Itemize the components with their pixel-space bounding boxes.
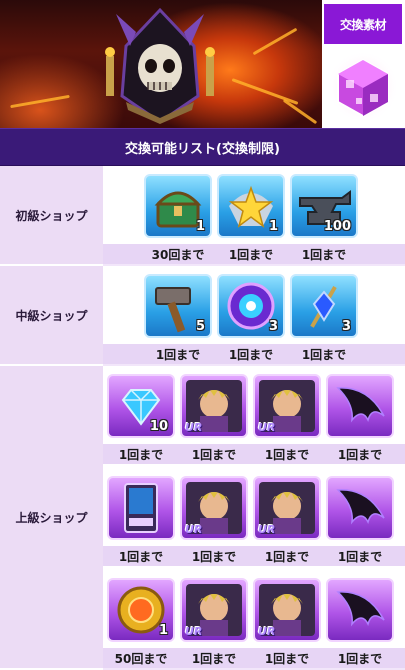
- exchange-limit-label: 50回まで: [114, 651, 168, 666]
- exchange-limit-label: 1回まで: [191, 447, 237, 462]
- dark-wing-icon: [336, 489, 385, 525]
- exchange-material-tag[interactable]: 交換素材: [324, 4, 402, 44]
- shop-item-slot[interactable]: 3: [215, 272, 287, 340]
- exchange-limit-label: 1回まで: [264, 651, 310, 666]
- shop-item-slot[interactable]: 5: [142, 272, 214, 340]
- item-quantity: 3: [341, 319, 351, 334]
- item-frame[interactable]: 3: [217, 274, 285, 338]
- rarity-badge: UR: [185, 625, 203, 638]
- shop-item-slot[interactable]: UR: [251, 576, 323, 644]
- item-frame[interactable]: 3: [290, 274, 358, 338]
- shop-item-slot[interactable]: UR: [251, 372, 323, 440]
- event-banner: 交換素材: [0, 0, 405, 128]
- exchange-limit-label: 1回まで: [337, 549, 383, 564]
- item-quantity: 10: [149, 419, 168, 434]
- item-quantity: 3: [268, 319, 278, 334]
- exchange-limit-label: 1回まで: [191, 549, 237, 564]
- shop-item-slot[interactable]: [324, 474, 396, 542]
- item-frame[interactable]: 10: [107, 374, 175, 438]
- item-frame[interactable]: 1: [144, 174, 212, 238]
- exchange-limit-label: 1回まで: [301, 347, 347, 362]
- dark-wing-icon: [336, 387, 385, 423]
- item-frame[interactable]: 5: [144, 274, 212, 338]
- dark-wing-icon: [336, 591, 385, 627]
- rarity-badge: UR: [185, 421, 203, 434]
- item-frame[interactable]: UR: [180, 476, 248, 540]
- exchange-limit-label: 1回まで: [264, 549, 310, 564]
- item-frame[interactable]: [326, 374, 394, 438]
- rarity-badge: UR: [258, 523, 276, 536]
- item-frame[interactable]: [326, 578, 394, 642]
- shop-label-beginner: 初級ショップ: [0, 166, 103, 266]
- item-frame[interactable]: 1: [217, 174, 285, 238]
- exchange-limit-label: 1回まで: [191, 651, 237, 666]
- exchange-limit-label: 1回まで: [228, 347, 274, 362]
- skull-boss-icon: [105, 7, 215, 124]
- shop-item-slot[interactable]: UR: [251, 474, 323, 542]
- item-quantity: 100: [323, 219, 351, 234]
- shop-item-slot[interactable]: 1: [142, 172, 214, 240]
- shop-item-slot[interactable]: [324, 372, 396, 440]
- item-frame[interactable]: UR: [253, 374, 321, 438]
- item-frame[interactable]: UR: [180, 578, 248, 642]
- rarity-badge: UR: [258, 421, 276, 434]
- shop-item-slot[interactable]: UR: [178, 474, 250, 542]
- item-quantity: 1: [195, 219, 205, 234]
- exchange-limit-label: 1回まで: [118, 549, 164, 564]
- exchange-limit-label: 1回まで: [337, 447, 383, 462]
- shop-label-intermediate: 中級ショップ: [0, 266, 103, 366]
- item-frame[interactable]: UR: [253, 578, 321, 642]
- shop-item-slot[interactable]: 1: [105, 576, 177, 644]
- shop-item-slot[interactable]: UR: [178, 372, 250, 440]
- shop-item-slot[interactable]: 1: [215, 172, 287, 240]
- item-frame[interactable]: UR: [180, 374, 248, 438]
- exchange-list-header: 交換可能リスト(交換制限): [0, 128, 405, 166]
- item-quantity: 5: [195, 319, 205, 334]
- magic-cube-icon: [327, 51, 399, 123]
- item-frame[interactable]: 1: [107, 578, 175, 642]
- exchange-limit-label: 30回まで: [151, 247, 205, 262]
- exchange-limit-label: 1回まで: [337, 651, 383, 666]
- rarity-badge: UR: [258, 625, 276, 638]
- item-frame[interactable]: UR: [253, 476, 321, 540]
- rarity-badge: UR: [185, 523, 203, 536]
- shop-label-advanced: 上級ショップ: [0, 366, 103, 670]
- card-icon: [124, 483, 158, 533]
- shop-item-slot[interactable]: 3: [288, 272, 360, 340]
- item-quantity: 1: [268, 219, 278, 234]
- shop-item-slot[interactable]: [105, 474, 177, 542]
- shop-item-slot[interactable]: UR: [178, 576, 250, 644]
- shop-item-slot[interactable]: [324, 576, 396, 644]
- shop-item-slot[interactable]: 100: [288, 172, 360, 240]
- exchange-limit-label: 1回まで: [228, 247, 274, 262]
- item-quantity: 1: [158, 623, 168, 638]
- exchange-limit-label: 1回まで: [264, 447, 310, 462]
- exchange-limit-label: 1回まで: [155, 347, 201, 362]
- item-frame[interactable]: [326, 476, 394, 540]
- exchange-limit-label: 1回まで: [118, 447, 164, 462]
- item-frame[interactable]: 100: [290, 174, 358, 238]
- shop-item-slot[interactable]: 10: [105, 372, 177, 440]
- item-frame[interactable]: [107, 476, 175, 540]
- exchange-limit-label: 1回まで: [301, 247, 347, 262]
